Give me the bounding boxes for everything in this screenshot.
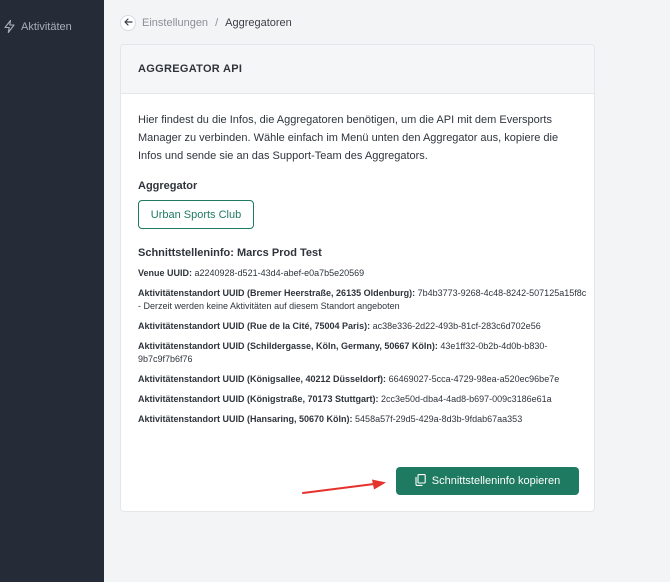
info-row-label: Venue UUID: [138, 268, 193, 278]
info-row-label: Aktivitätenstandort UUID (Rue de la Cité… [138, 321, 371, 331]
aggregator-select-button[interactable]: Urban Sports Club [138, 200, 254, 229]
copy-info-button[interactable]: Schnittstelleninfo kopieren [396, 467, 579, 495]
info-row-value: 5458a57f-29d5-429a-8d3b-9fdab67aa353 [352, 414, 523, 424]
info-row-value: ac38e336-2d22-493b-81cf-283c6d702e56 [370, 321, 541, 331]
card-title: AGGREGATOR API [121, 45, 594, 94]
info-row-value: 66469027-5cca-4729-98ea-a520ec96be7e [386, 374, 560, 384]
arrow-left-icon [123, 17, 133, 29]
copy-icon [415, 473, 426, 489]
info-row: Aktivitätenstandort UUID (Bremer Heerstr… [138, 287, 588, 313]
info-row-label: Aktivitätenstandort UUID (Bremer Heerstr… [138, 288, 416, 298]
red-arrow-annotation [302, 479, 386, 494]
info-row: Venue UUID: a2240928-d521-43d4-abef-e0a7… [138, 267, 588, 280]
sidebar-item-aktivitaeten[interactable]: Aktivitäten [4, 20, 72, 33]
sidebar-item-label: Aktivitäten [21, 20, 72, 33]
info-row: Aktivitätenstandort UUID (Hansaring, 506… [138, 413, 588, 426]
intro-text: Hier findest du die Infos, die Aggregato… [138, 114, 559, 162]
info-row: Aktivitätenstandort UUID (Königstraße, 7… [138, 393, 588, 406]
breadcrumb: Einstellungen / Aggregatoren [120, 15, 292, 31]
info-row-label: Aktivitätenstandort UUID (Königstraße, 7… [138, 394, 379, 404]
info-row: Aktivitätenstandort UUID (Rue de la Cité… [138, 320, 588, 333]
info-row-value: 2cc3e50d-dba4-4ad8-b697-009c3186e61a [378, 394, 552, 404]
breadcrumb-current: Aggregatoren [225, 17, 292, 29]
breadcrumb-separator: / [215, 17, 219, 29]
sidebar: Aktivitäten [0, 0, 104, 582]
aggregator-api-card: AGGREGATOR API Hier findest du die Infos… [120, 44, 595, 512]
lightning-icon [4, 20, 15, 33]
copy-button-label: Schnittstelleninfo kopieren [431, 475, 561, 487]
info-list: Venue UUID: a2240928-d521-43d4-abef-e0a7… [138, 267, 588, 433]
info-row-label: Aktivitätenstandort UUID (Königsallee, 4… [138, 374, 387, 384]
info-title: Schnittstelleninfo: Marcs Prod Test [138, 247, 322, 259]
info-row: Aktivitätenstandort UUID (Schildergasse,… [138, 340, 588, 366]
aggregator-label: Aggregator [138, 180, 198, 192]
breadcrumb-link-einstellungen[interactable]: Einstellungen [142, 17, 208, 29]
back-button[interactable] [120, 15, 136, 31]
info-row: Aktivitätenstandort UUID (Königsallee, 4… [138, 373, 588, 386]
info-row-label: Aktivitätenstandort UUID (Hansaring, 506… [138, 414, 353, 424]
info-row-value: a2240928-d521-43d4-abef-e0a7b5e20569 [192, 268, 365, 278]
info-row-label: Aktivitätenstandort UUID (Schildergasse,… [138, 341, 438, 351]
